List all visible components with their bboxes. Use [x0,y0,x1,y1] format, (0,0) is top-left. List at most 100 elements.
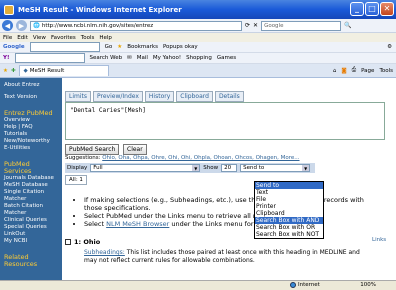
dropdown-option[interactable]: Search Box with NOT [255,231,323,238]
search-web-button[interactable]: Search Web [90,55,123,61]
minimize-button[interactable]: _ [350,2,364,16]
settings-icon[interactable]: ⚙ [387,44,396,50]
menu-view[interactable]: View [33,35,46,41]
sidebar-head-entrez-pubmed: Entrez PubMed [4,109,53,117]
maximize-button[interactable]: □ [365,2,379,16]
sidebar-item-about-entrez[interactable]: About Entrez [4,82,58,89]
sidebar-item-clinical-queries[interactable]: Clinical Queries [4,217,58,224]
yahoo-search-input[interactable] [14,53,85,63]
tab-mesh-result[interactable]: ◆ MeSH Result [18,65,109,76]
zoom-level[interactable]: 100% [360,282,376,288]
result-title: 1: Ohio [74,238,101,246]
tab-bar: ★ ✚ ◆ MeSH Result ⌂ ◙ ⎙ Page Tools [0,64,396,78]
dropdown-option[interactable]: Text [255,189,323,196]
refresh-icon[interactable]: ⟳ [245,22,250,29]
search-tabs: Limits Preview/Index History Clipboard D… [65,91,246,102]
sidebar-item-special-queries[interactable]: Special Queries [4,224,58,231]
sidebar-item-mesh[interactable]: MeSH Database [4,182,58,189]
sidebar-item-overview[interactable]: Overview [4,117,58,124]
tab-limits[interactable]: Limits [65,91,91,102]
mail-icon: ✉ [127,55,132,61]
result-checkbox[interactable] [65,239,71,245]
tools-menu[interactable]: Tools [379,68,393,74]
bullet-text-2: Select PubMed under the Links menu to re… [84,212,260,220]
sidebar-item-single-citation[interactable]: Single Citation Matcher [4,189,58,203]
yahoo-toolbar: Y! Search Web ✉ Mail My Yahoo! Shopping … [0,53,396,64]
page-menu[interactable]: Page [361,68,374,74]
popups-button[interactable]: Popups okay [163,44,198,50]
sidebar-head-pubmed-services: PubMed Services [4,160,32,175]
google-go-button[interactable]: Go [105,44,113,50]
mail-button[interactable]: Mail [137,55,148,61]
browser-window: MeSH Result - Windows Internet Explorer … [0,0,396,290]
google-toolbar: Google Go ★ Bookmarks Popups okay ⚙ [0,42,396,53]
search-input[interactable]: Google [261,20,342,31]
sidebar-item-help-faq[interactable]: Help | FAQ [4,124,58,131]
dropdown-option[interactable]: Printer [255,203,323,210]
sidebar-item-batch-citation[interactable]: Batch Citation Matcher [4,203,58,217]
feed-icon[interactable]: ◙ [341,68,346,74]
games-button[interactable]: Games [217,55,236,61]
display-select[interactable]: Full ▼ [90,164,201,172]
search-placeholder: Google [264,22,284,29]
query-textarea[interactable]: "Dental Caries"[Mesh] [65,102,385,140]
sidebar-item-journals[interactable]: Journals Database [4,175,58,182]
address-field[interactable]: 🌐 http://www.ncbi.nlm.nih.gov/sites/entr… [30,20,242,31]
tab-preview-index[interactable]: Preview/Index [93,91,143,102]
tab-all[interactable]: All: 1 [65,175,87,185]
sidebar-item-my-ncbi[interactable]: My NCBI [4,238,58,245]
send-to-select[interactable]: Send to ▼ [240,164,311,172]
menu-tools[interactable]: Tools [81,35,95,41]
display-bar: Display Full ▼ Show 20 Send to ▼ [65,163,315,173]
mesh-browser-link[interactable]: NLM MeSH Browser [106,220,169,228]
dropdown-option[interactable]: Send to [255,182,323,189]
menu-edit[interactable]: Edit [17,35,28,41]
bullet-text-1: If making selections (e.g., Subheadings,… [84,196,260,204]
sidebar-item-text-version[interactable]: Text Version [4,94,58,101]
close-button[interactable]: ✕ [380,2,394,16]
sidebar-item-e-utilities[interactable]: E-Utilities [4,145,58,152]
stop-icon[interactable]: ✕ [253,22,258,29]
tab-history[interactable]: History [144,91,175,102]
subheadings-link[interactable]: Subheadings: [84,249,125,256]
menu-bar: File Edit View Favorites Tools Help [0,33,396,42]
menu-favorites[interactable]: Favorites [51,35,76,41]
sidebar-item-tutorials[interactable]: Tutorials [4,131,58,138]
sidebar-item-linkout[interactable]: LinkOut [4,231,58,238]
sidebar-item-new-noteworthy[interactable]: New/Noteworthy [4,138,58,145]
home-icon[interactable]: ⌂ [333,68,337,74]
favorites-star-icon[interactable]: ★ [3,68,8,74]
back-icon[interactable]: ◀ [2,20,13,31]
zone-label: Internet [298,282,320,288]
sidebar-group-services: PubMed Services Journals Database MeSH D… [4,161,58,245]
list-item: Select NLM MeSH Browser under the Links … [84,220,376,228]
list-item: If making selections (e.g., Subheadings,… [84,196,376,212]
suggestion-links[interactable]: Ohio, Oha, Ohpa, Ohre, Ohi, Ohi, Ohpla, … [102,155,299,161]
bullet-text-3: Select [84,220,105,228]
menu-help[interactable]: Help [99,35,112,41]
menu-file[interactable]: File [3,35,12,41]
search-icon[interactable]: 🔍 [344,22,351,29]
add-favorite-icon[interactable]: ✚ [11,68,16,74]
dropdown-option[interactable]: Clipboard [255,210,323,217]
dropdown-option[interactable]: Search Box with AND [255,217,323,224]
my-yahoo-button[interactable]: My Yahoo! [153,55,181,61]
google-label: Google [3,44,25,50]
print-icon[interactable]: ⎙ [352,67,356,74]
shopping-button[interactable]: Shopping [186,55,212,61]
google-search-input[interactable] [29,42,100,52]
tab-clipboard[interactable]: Clipboard [176,91,213,102]
clear-button[interactable]: Clear [123,144,147,155]
pubmed-search-button[interactable]: PubMed Search [65,144,120,155]
show-select[interactable]: 20 [221,164,238,172]
list-item: Select PubMed under the Links menu to re… [84,212,376,220]
tab-details[interactable]: Details [214,91,244,102]
dropdown-option[interactable]: Search Box with OR [255,224,323,231]
forward-icon[interactable]: ▶ [16,20,27,31]
sidebar-group-entrez: About Entrez Text Version [4,82,58,101]
bookmarks-button[interactable]: Bookmarks [127,44,158,50]
links-button[interactable]: Links [372,237,386,243]
security-zone: Internet [290,282,320,288]
dropdown-option[interactable]: File [255,196,323,203]
ncbi-tab-icon: ◆ [23,68,28,74]
